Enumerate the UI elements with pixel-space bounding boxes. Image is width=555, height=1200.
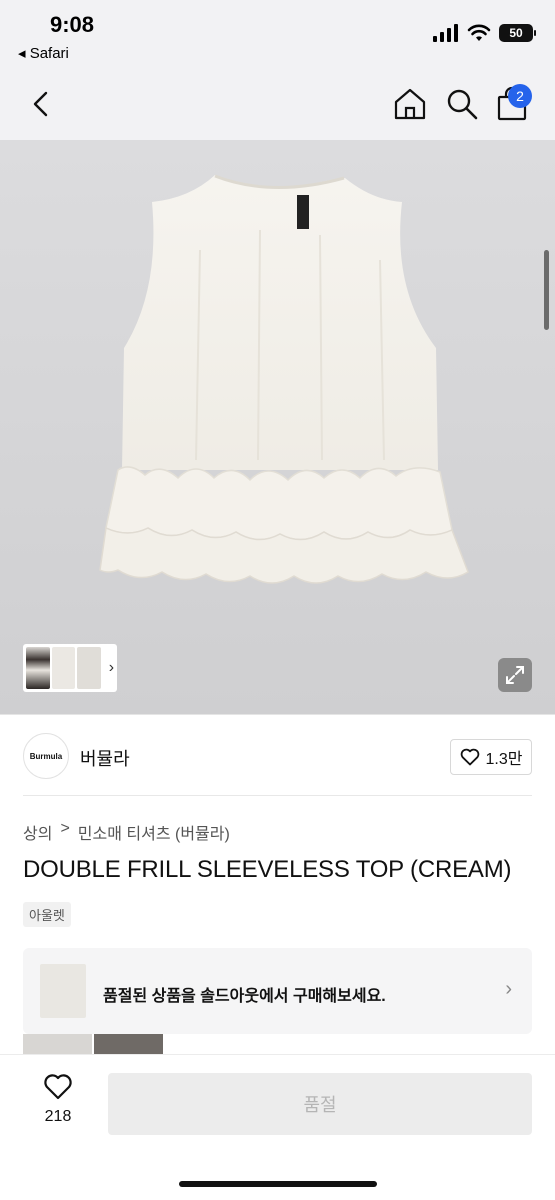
bottom-action-bar: 218 품절 [0, 1054, 555, 1200]
chevron-right-icon: › [505, 978, 512, 1000]
expand-icon[interactable] [498, 658, 532, 692]
cart-count-badge: 2 [508, 84, 532, 108]
product-photo-top [99, 174, 469, 584]
thumbnail-detail[interactable] [77, 647, 101, 689]
home-icon[interactable] [392, 86, 428, 122]
heart-icon [44, 1074, 72, 1100]
breadcrumb-separator: > [60, 820, 70, 837]
back-to-safari-link[interactable]: ◂ Safari [18, 44, 69, 62]
home-indicator [179, 1181, 377, 1187]
banner-product-thumbnail [40, 964, 86, 1018]
wishlist-count: 218 [44, 1108, 72, 1125]
thumbnail-product[interactable] [51, 647, 76, 689]
navigation-bar [0, 68, 555, 140]
wishlist-button[interactable]: 218 [30, 1073, 86, 1133]
review-image[interactable] [23, 1034, 92, 1054]
product-image[interactable] [0, 140, 555, 714]
soldout-purchase-button[interactable]: 품절 [108, 1073, 532, 1135]
banner-text: 품절된 상품을 솔드아웃에서 구매해보세요. [103, 988, 386, 1005]
breadcrumb-subcategory[interactable]: 민소매 티셔츠 (버뮬라) [78, 820, 230, 844]
wifi-icon [467, 24, 491, 41]
thumbnail-model[interactable] [26, 647, 50, 689]
breadcrumb-category[interactable]: 상의 [23, 820, 52, 844]
divider [23, 795, 532, 796]
outlet-tag: 아울렛 [23, 902, 71, 927]
status-time: 9:08 [50, 12, 95, 37]
review-image[interactable] [94, 1034, 163, 1054]
image-thumbnail-strip[interactable]: › [23, 644, 117, 692]
soldout-banner[interactable]: 품절된 상품을 솔드아웃에서 구매해보세요. › [23, 948, 532, 1034]
breadcrumb: 상의 > 민소매 티셔츠 (버뮬라) [23, 820, 230, 844]
status-bar: 9:08 ◂ Safari 50 [0, 0, 555, 68]
back-arrow-icon[interactable] [26, 88, 58, 120]
review-image-strip[interactable] [23, 1034, 163, 1054]
brand-row: Burmula 버뮬라 1.3만 [0, 714, 555, 796]
heart-icon [460, 748, 479, 766]
status-icons: 50 [433, 24, 536, 42]
product-title: DOUBLE FRILL SLEEVELESS TOP (CREAM) [23, 856, 512, 883]
signal-icon [433, 24, 458, 42]
brand-like-count: 1.3만 [485, 751, 523, 768]
scroll-indicator[interactable] [544, 250, 549, 330]
search-icon[interactable] [444, 86, 480, 122]
battery-icon: 50 [499, 24, 536, 42]
brand-logo[interactable]: Burmula [23, 733, 69, 779]
brand-like-button[interactable]: 1.3만 [450, 739, 532, 775]
brand-name[interactable]: 버뮬라 [80, 745, 130, 771]
chevron-right-icon[interactable]: › [109, 659, 114, 677]
